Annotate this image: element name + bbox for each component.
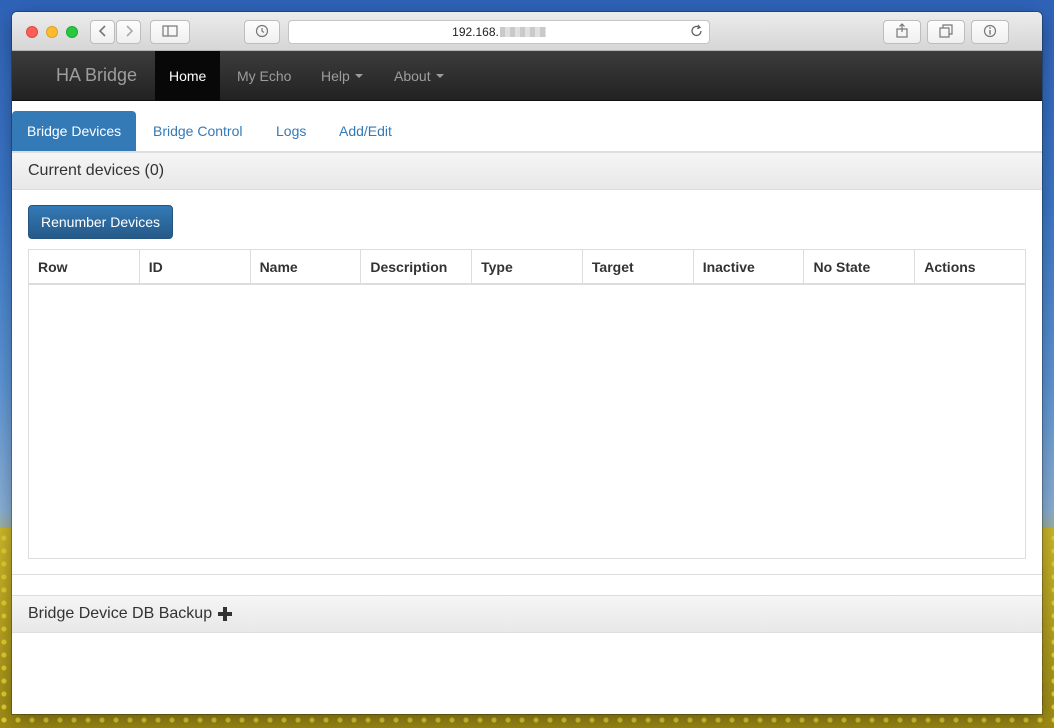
- back-button[interactable]: [90, 20, 115, 44]
- devices-table-header: Row ID Name Description Type Target Inac…: [29, 250, 1025, 285]
- column-header-name[interactable]: Name: [251, 250, 362, 283]
- chevron-left-icon: [98, 24, 108, 41]
- browser-window: 192.168. HA Bridge Home My Echo Help Abo…: [12, 12, 1042, 714]
- tab-bridge-devices-label: Bridge Devices: [27, 123, 122, 139]
- column-header-actions[interactable]: Actions: [915, 250, 1025, 283]
- info-button[interactable]: [971, 20, 1009, 44]
- tab-add-edit-label: Add/Edit: [339, 123, 392, 139]
- column-header-row[interactable]: Row: [29, 250, 140, 283]
- minimize-window-button[interactable]: [46, 26, 58, 38]
- history-button[interactable]: [244, 20, 280, 44]
- chevron-right-icon: [124, 24, 134, 41]
- nav-my-echo[interactable]: My Echo: [223, 51, 305, 101]
- devices-panel-title: Current devices (0): [28, 162, 165, 179]
- top-navbar: HA Bridge Home My Echo Help About: [12, 51, 1042, 101]
- brand-title[interactable]: HA Bridge: [56, 65, 137, 86]
- tab-logs-label: Logs: [276, 123, 307, 139]
- nav-help-label: Help: [321, 68, 350, 84]
- nav-help[interactable]: Help: [307, 51, 377, 101]
- sidebar-toggle-button[interactable]: [150, 20, 190, 44]
- column-header-no-state[interactable]: No State: [804, 250, 916, 283]
- caret-down-icon: [435, 74, 444, 78]
- share-icon: [895, 23, 909, 41]
- nav-home-label: Home: [169, 68, 207, 84]
- tab-bridge-control-label: Bridge Control: [153, 123, 243, 139]
- renumber-devices-label: Renumber Devices: [40, 214, 161, 230]
- page-tabs: Bridge Devices Bridge Control Logs Add/E…: [12, 111, 1042, 152]
- tab-bridge-control[interactable]: Bridge Control: [138, 111, 258, 151]
- renumber-devices-button[interactable]: Renumber Devices: [28, 205, 173, 239]
- sidebar-icon: [162, 24, 178, 40]
- tab-logs[interactable]: Logs: [261, 111, 321, 151]
- tabs-icon: [939, 23, 953, 41]
- caret-down-icon: [354, 74, 363, 78]
- info-icon: [983, 24, 997, 41]
- column-header-type[interactable]: Type: [472, 250, 583, 283]
- redacted-address-part: [499, 27, 546, 37]
- clock-icon: [255, 24, 269, 41]
- column-header-target[interactable]: Target: [583, 250, 694, 283]
- share-button[interactable]: [883, 20, 921, 44]
- nav-home[interactable]: Home: [155, 51, 221, 101]
- backup-panel-heading[interactable]: Bridge Device DB Backup: [12, 595, 1042, 633]
- zoom-window-button[interactable]: [66, 26, 78, 38]
- browser-titlebar: 192.168.: [12, 12, 1042, 51]
- nav-about-label: About: [394, 68, 431, 84]
- close-window-button[interactable]: [26, 26, 38, 38]
- devices-table: Row ID Name Description Type Target Inac…: [28, 249, 1026, 559]
- address-bar[interactable]: 192.168.: [288, 20, 710, 44]
- devices-panel-heading: Current devices (0): [12, 152, 1042, 190]
- nav-about[interactable]: About: [380, 51, 458, 101]
- forward-button[interactable]: [116, 20, 141, 44]
- tab-add-edit[interactable]: Add/Edit: [324, 111, 407, 151]
- tabs-overview-button[interactable]: [927, 20, 965, 44]
- nav-my-echo-label: My Echo: [237, 68, 292, 84]
- column-header-id[interactable]: ID: [140, 250, 251, 283]
- column-header-inactive[interactable]: Inactive: [694, 250, 805, 283]
- panel-divider: [12, 574, 1042, 575]
- plus-icon[interactable]: [218, 607, 233, 621]
- column-header-description[interactable]: Description: [361, 250, 473, 283]
- address-text: 192.168.: [452, 25, 499, 39]
- backup-panel-title: Bridge Device DB Backup: [28, 605, 213, 622]
- reload-icon[interactable]: [690, 24, 703, 41]
- tab-bridge-devices[interactable]: Bridge Devices: [12, 111, 137, 151]
